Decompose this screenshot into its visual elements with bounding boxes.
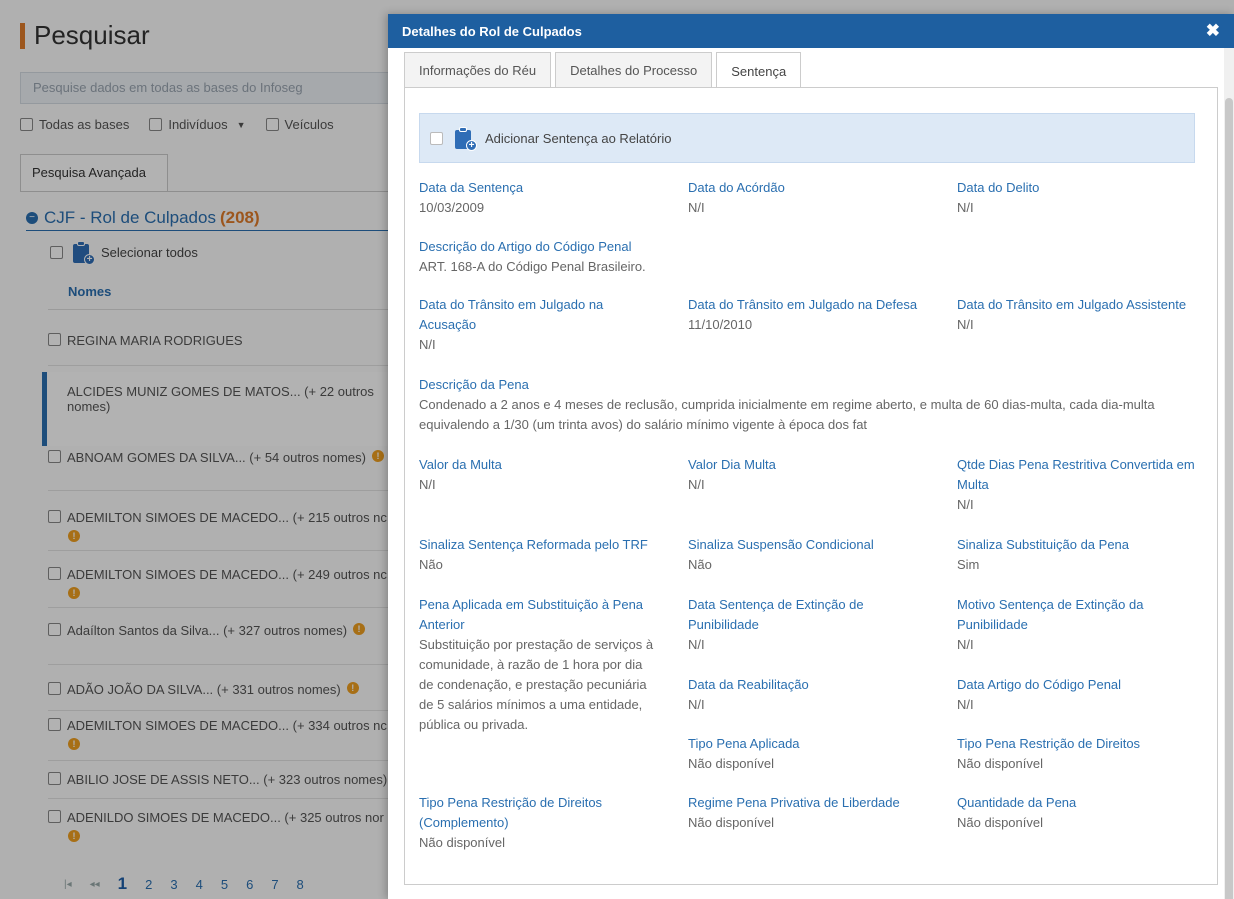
field-label: Data do Acórdão bbox=[688, 180, 785, 195]
field-pena-substituicao: Pena Aplicada em Substituição à Pena Ant… bbox=[419, 595, 657, 735]
field-label: Sinaliza Substituição da Pena bbox=[957, 537, 1130, 552]
field-data-extincao: Data Sentença de Extinção de Punibilidad… bbox=[688, 595, 918, 655]
field-valor-dia-multa: Valor Dia Multa N/I bbox=[688, 455, 938, 495]
field-value: N/I bbox=[957, 317, 974, 332]
field-label: Data do Delito bbox=[957, 180, 1040, 195]
sentenca-panel: + Adicionar Sentença ao Relatório Data d… bbox=[404, 87, 1218, 885]
field-label: Data do Trânsito em Julgado na Defesa bbox=[688, 297, 918, 312]
tab-informacoes-do-reu[interactable]: Informações do Réu bbox=[404, 52, 552, 87]
field-tipo-restricao: Tipo Pena Restrição de Direitos Não disp… bbox=[957, 734, 1207, 774]
field-quantidade: Quantidade da Pena Não disponível bbox=[957, 793, 1207, 833]
add-to-report-bar[interactable]: + Adicionar Sentença ao Relatório bbox=[419, 113, 1195, 163]
field-label: Motivo Sentença de Extinção da Punibilid… bbox=[957, 597, 1144, 632]
close-icon[interactable]: ✖ bbox=[1206, 21, 1220, 41]
modal-title: Detalhes do Rol de Culpados bbox=[402, 23, 582, 39]
field-value: Não disponível bbox=[688, 815, 774, 830]
field-value: Condenado a 2 anos e 4 meses de reclusão… bbox=[419, 397, 1155, 432]
field-value: N/I bbox=[419, 477, 436, 492]
field-label: Data da Sentença bbox=[419, 180, 524, 195]
field-label: Tipo Pena Restrição de Direitos (Complem… bbox=[419, 795, 603, 830]
field-label: Qtde Dias Pena Restritiva Convertida em … bbox=[957, 457, 1195, 492]
field-descricao-pena: Descrição da Pena Condenado a 2 anos e 4… bbox=[419, 375, 1204, 435]
field-tipo-restricao-complemento: Tipo Pena Restrição de Direitos (Complem… bbox=[419, 793, 649, 853]
scrollbar-thumb[interactable] bbox=[1225, 98, 1233, 899]
field-label: Data do Trânsito em Julgado na Acusação bbox=[419, 297, 604, 332]
field-qtde-dias: Qtde Dias Pena Restritiva Convertida em … bbox=[957, 455, 1207, 515]
field-value: Não disponível bbox=[957, 756, 1043, 771]
field-label: Data Artigo do Código Penal bbox=[957, 677, 1122, 692]
field-value: Substituição por prestação de serviços à… bbox=[419, 637, 654, 732]
field-label: Data Sentença de Extinção de Punibilidad… bbox=[688, 597, 864, 632]
field-data-artigo: Data Artigo do Código Penal N/I bbox=[957, 675, 1207, 715]
field-valor-multa: Valor da Multa N/I bbox=[419, 455, 669, 495]
field-substituicao-pena: Sinaliza Substituição da Pena Sim bbox=[957, 535, 1207, 575]
field-value: N/I bbox=[419, 337, 436, 352]
field-value: Não bbox=[419, 557, 443, 572]
field-label: Valor da Multa bbox=[419, 457, 502, 472]
field-value: N/I bbox=[688, 200, 705, 215]
field-value: N/I bbox=[957, 637, 974, 652]
field-tipo-pena: Tipo Pena Aplicada Não disponível bbox=[688, 734, 938, 774]
modal-header: Detalhes do Rol de Culpados ✖ bbox=[388, 14, 1234, 48]
field-reformada-trf: Sinaliza Sentença Reformada pelo TRF Não bbox=[419, 535, 679, 575]
field-label: Descrição da Pena bbox=[419, 377, 529, 392]
field-value: N/I bbox=[957, 497, 974, 512]
field-regime: Regime Pena Privativa de Liberdade Não d… bbox=[688, 793, 938, 833]
field-value: Não disponível bbox=[688, 756, 774, 771]
field-value: 10/03/2009 bbox=[419, 200, 485, 215]
field-data-reabilitacao: Data da Reabilitação N/I bbox=[688, 675, 938, 715]
field-data-acordao: Data do Acórdão N/I bbox=[688, 178, 938, 218]
field-label: Sinaliza Suspensão Condicional bbox=[688, 537, 874, 552]
field-label: Valor Dia Multa bbox=[688, 457, 776, 472]
field-label: Quantidade da Pena bbox=[957, 795, 1077, 810]
field-suspensao-condicional: Sinaliza Suspensão Condicional Não bbox=[688, 535, 938, 575]
add-to-report-label: Adicionar Sentença ao Relatório bbox=[485, 130, 672, 146]
field-motivo-extincao: Motivo Sentença de Extinção da Punibilid… bbox=[957, 595, 1197, 655]
field-transito-acusacao: Data do Trânsito em Julgado na Acusação … bbox=[419, 295, 649, 355]
field-label: Tipo Pena Restrição de Direitos bbox=[957, 736, 1141, 751]
field-data-delito: Data do Delito N/I bbox=[957, 178, 1207, 218]
field-value: N/I bbox=[957, 200, 974, 215]
field-value: Não bbox=[688, 557, 712, 572]
field-value: Não disponível bbox=[419, 835, 505, 850]
field-value: N/I bbox=[688, 637, 705, 652]
field-value: Sim bbox=[957, 557, 980, 572]
field-value: N/I bbox=[688, 697, 705, 712]
tab-sentenca[interactable]: Sentença bbox=[716, 52, 802, 89]
field-descricao-artigo: Descrição do Artigo do Código Penal ART.… bbox=[419, 237, 919, 277]
field-value: ART. 168-A do Código Penal Brasileiro. bbox=[419, 259, 646, 274]
clipboard-add-icon: + bbox=[453, 126, 477, 151]
field-label: Regime Pena Privativa de Liberdade bbox=[688, 795, 900, 810]
field-value: Não disponível bbox=[957, 815, 1043, 830]
details-modal: Detalhes do Rol de Culpados ✖ Informaçõe… bbox=[388, 14, 1234, 899]
field-transito-defesa: Data do Trânsito em Julgado na Defesa 11… bbox=[688, 295, 918, 335]
field-label: Sinaliza Sentença Reformada pelo TRF bbox=[419, 537, 648, 552]
field-label: Pena Aplicada em Substituição à Pena Ant… bbox=[419, 597, 644, 632]
field-value: N/I bbox=[688, 477, 705, 492]
field-data-sentenca: Data da Sentença 10/03/2009 bbox=[419, 178, 669, 218]
field-value: 11/10/2010 bbox=[688, 317, 753, 332]
field-label: Tipo Pena Aplicada bbox=[688, 736, 800, 751]
field-label: Data da Reabilitação bbox=[688, 677, 809, 692]
field-transito-assistente: Data do Trânsito em Julgado Assistente N… bbox=[957, 295, 1187, 335]
field-label: Descrição do Artigo do Código Penal bbox=[419, 239, 632, 254]
field-value: N/I bbox=[957, 697, 974, 712]
modal-scrollbar[interactable] bbox=[1224, 48, 1234, 899]
add-to-report-checkbox[interactable] bbox=[430, 131, 443, 145]
tab-detalhes-do-processo[interactable]: Detalhes do Processo bbox=[555, 52, 713, 87]
tab-bar: Informações do Réu Detalhes do Processo … bbox=[404, 52, 805, 89]
field-label: Data do Trânsito em Julgado Assistente bbox=[957, 297, 1187, 312]
